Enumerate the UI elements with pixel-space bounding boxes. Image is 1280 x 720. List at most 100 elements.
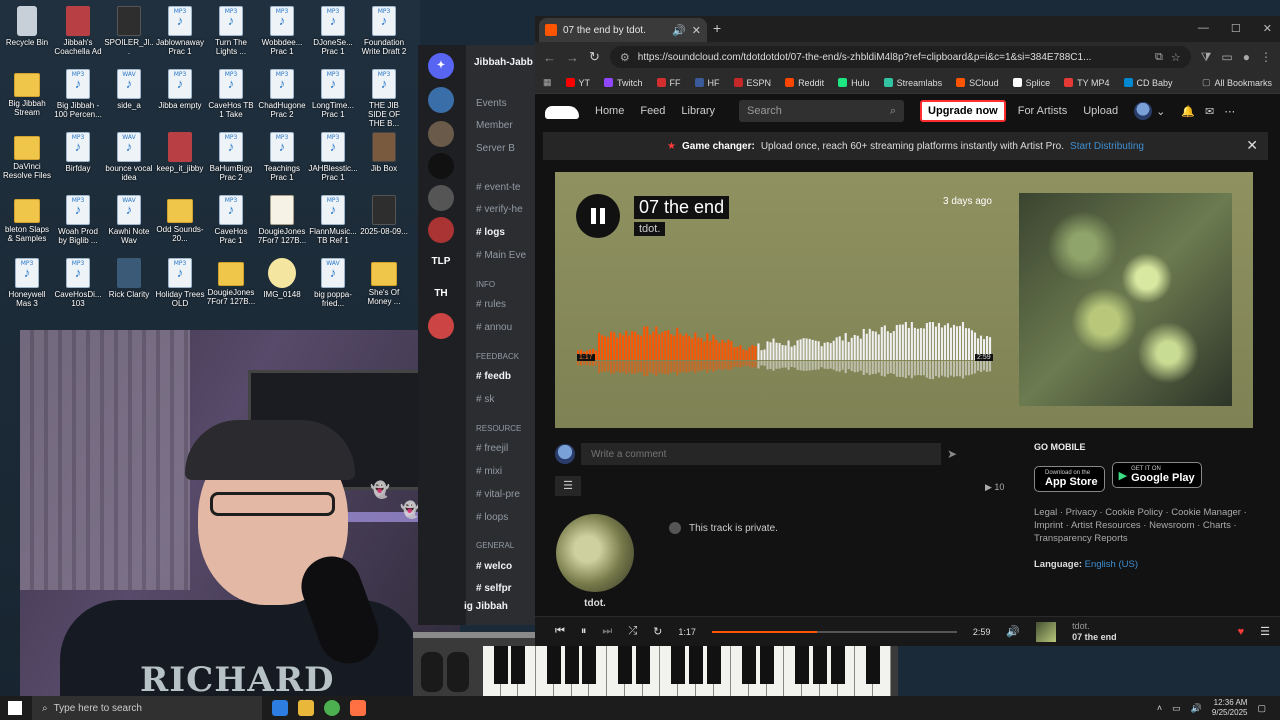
- desktop-icon[interactable]: Recycle Bin: [2, 6, 52, 58]
- menu-dots-icon[interactable]: ⋮: [1260, 50, 1272, 64]
- channel-item[interactable]: # selfpr: [476, 583, 512, 594]
- reload-icon[interactable]: ↻: [589, 49, 600, 65]
- send-icon[interactable]: ➤: [947, 447, 967, 461]
- close-window-icon[interactable]: ✕: [1263, 22, 1272, 35]
- new-tab-icon[interactable]: +: [713, 20, 721, 36]
- desktop-icon[interactable]: Jib Box: [359, 132, 409, 184]
- desktop-icon[interactable]: WAV Kawhi Note Wav: [104, 195, 154, 247]
- channel-category[interactable]: INFO: [476, 280, 495, 289]
- footer-links[interactable]: Legal · Privacy · Cookie Policy · Cookie…: [1034, 506, 1264, 545]
- desktop-icon[interactable]: MP3 Foundation Write Draft 2: [359, 6, 409, 58]
- channel-item[interactable]: # vital-pre: [476, 489, 520, 500]
- speaker-icon[interactable]: 🔊: [672, 24, 686, 37]
- artist-name[interactable]: tdot.: [555, 598, 635, 609]
- desktop-icon[interactable]: MP3 Jablownaway Prac 1: [155, 6, 205, 58]
- channel-item[interactable]: # welco: [476, 561, 512, 572]
- bookmark-item[interactable]: YT: [565, 78, 590, 88]
- desktop-icon[interactable]: MP3 CaveHosDi... 103: [53, 258, 103, 310]
- start-distributing-link[interactable]: Start Distributing: [1070, 141, 1144, 152]
- close-tab-icon[interactable]: ✕: [692, 24, 701, 37]
- server-tlp[interactable]: TLP: [428, 249, 454, 275]
- close-icon[interactable]: ✕: [1246, 137, 1258, 154]
- mini-artwork[interactable]: [1036, 621, 1057, 642]
- forward-icon[interactable]: →: [566, 50, 579, 65]
- discord-home-icon[interactable]: ✦: [428, 53, 454, 79]
- desktop-icon[interactable]: Odd Sounds-20...: [155, 195, 205, 247]
- nav-home[interactable]: Home: [595, 105, 624, 117]
- artist-avatar[interactable]: [556, 514, 634, 592]
- desktop-icon[interactable]: MP3 Wobbdee... Prac 1: [257, 6, 307, 58]
- upgrade-button[interactable]: Upgrade now: [920, 100, 1006, 122]
- desktop-icon[interactable]: MP3 FlannMusic... TB Ref 1: [308, 195, 358, 247]
- previous-icon[interactable]: ⏮: [555, 625, 565, 638]
- bookmark-item[interactable]: Reddit: [785, 78, 824, 88]
- desktop-icon[interactable]: keep_it_jibby: [155, 132, 205, 184]
- desktop-icon[interactable]: WAV side_a: [104, 69, 154, 121]
- windows-start-icon[interactable]: [8, 701, 22, 715]
- track-artist[interactable]: tdot.: [634, 222, 666, 236]
- nav-library[interactable]: Library: [681, 105, 715, 117]
- desktop-icon[interactable]: MP3 Big Jibbah - 100 Percen...: [53, 69, 103, 121]
- desktop-icon[interactable]: MP3 Birfday: [53, 132, 103, 184]
- channel-item[interactable]: # sk: [476, 394, 494, 405]
- language-selector[interactable]: Language: English (US): [1034, 559, 1264, 570]
- server-icon[interactable]: [428, 153, 454, 179]
- desktop-icon[interactable]: DaVinci Resolve Files: [2, 132, 52, 184]
- channel-item[interactable]: # feedb: [476, 371, 511, 382]
- notifications-icon[interactable]: ▢: [1257, 703, 1266, 714]
- bookmark-item[interactable]: Streamlabs: [883, 78, 942, 88]
- volume-icon[interactable]: 🔊: [1191, 703, 1202, 714]
- bookmark-item[interactable]: ESPN: [733, 78, 771, 88]
- desktop-icon[interactable]: MP3 Honeywell Mas 3: [2, 258, 52, 310]
- desktop-icon[interactable]: MP3 CaveHos TB 1 Take: [206, 69, 256, 121]
- channel-item[interactable]: # annou: [476, 322, 512, 333]
- desktop-icon[interactable]: MP3 Jibba empty: [155, 69, 205, 121]
- bookmark-item[interactable]: Hulu: [838, 78, 870, 88]
- browser-tab[interactable]: 07 the end by tdot. 🔊 ✕: [539, 18, 707, 42]
- channel-item[interactable]: # freejil: [476, 443, 508, 454]
- desktop-icon[interactable]: 2025-08-09...: [359, 195, 409, 247]
- upload-link[interactable]: Upload: [1083, 105, 1118, 117]
- desktop-icon[interactable]: IMG_0148: [257, 258, 307, 310]
- desktop-icon[interactable]: MP3 JAHBlesstic... Prac 1: [308, 132, 358, 184]
- maximize-icon[interactable]: ☐: [1231, 22, 1241, 35]
- channel-item[interactable]: Member: [476, 120, 513, 131]
- server-icon[interactable]: [428, 185, 454, 211]
- messages-icon[interactable]: ✉: [1205, 105, 1214, 118]
- chevron-down-icon[interactable]: ⌄: [1156, 105, 1165, 118]
- chevron-up-icon[interactable]: ˄: [1157, 703, 1162, 713]
- now-playing[interactable]: tdot. 07 the end: [1072, 621, 1117, 643]
- bookmark-item[interactable]: CD Baby: [1123, 78, 1173, 88]
- desktop-icon[interactable]: MP3 LongTime... Prac 1: [308, 69, 358, 121]
- channel-item[interactable]: # verify-he: [476, 204, 523, 215]
- app-store-button[interactable]: Download on the App Store: [1034, 465, 1105, 492]
- desktop-icon[interactable]: Rick Clarity: [104, 258, 154, 310]
- channel-item[interactable]: # event-te: [476, 182, 520, 193]
- bookmark-item[interactable]: TY MP4: [1064, 78, 1110, 88]
- clock[interactable]: 12:36 AM 9/25/2025: [1212, 698, 1248, 718]
- google-play-button[interactable]: ▶ GET IT ON Google Play: [1111, 462, 1202, 488]
- site-info-icon[interactable]: ⚙: [620, 51, 630, 64]
- for-artists-link[interactable]: For Artists: [1018, 105, 1068, 117]
- search-input[interactable]: Search ⌕: [739, 100, 905, 122]
- desktop-icon[interactable]: MP3 Turn The Lights ...: [206, 6, 256, 58]
- next-up-icon[interactable]: ☰: [1260, 625, 1270, 638]
- desktop-icon[interactable]: bleton Slaps & Samples: [2, 195, 52, 247]
- bookmark-item[interactable]: Splice: [1012, 78, 1050, 88]
- channel-item[interactable]: # Main Eve: [476, 250, 526, 261]
- repeat-icon[interactable]: ↻: [653, 625, 662, 638]
- extensions-icon[interactable]: ⧩: [1201, 50, 1212, 65]
- volume-icon[interactable]: 🔊: [1006, 625, 1020, 638]
- desktop-icon[interactable]: MP3 THE JIB SIDE OF THE B...: [359, 69, 409, 128]
- taskbar-search[interactable]: ⌕ Type here to search: [32, 696, 262, 720]
- url-field[interactable]: ⚙ https://soundcloud.com/tdotdotdot/07-t…: [609, 46, 1191, 68]
- desktop-icon[interactable]: She's Of Money ...: [359, 258, 409, 310]
- chrome-icon[interactable]: [324, 700, 340, 716]
- bookmark-item[interactable]: SCloud: [956, 78, 999, 88]
- desktop-icon[interactable]: MP3 CaveHos Prac 1: [206, 195, 256, 247]
- progress-bar[interactable]: [711, 630, 957, 633]
- taskbar-app-icon[interactable]: [272, 700, 288, 716]
- waveform[interactable]: [577, 322, 992, 382]
- notifications-bell-icon[interactable]: 🔔: [1181, 105, 1195, 118]
- nav-feed[interactable]: Feed: [640, 105, 665, 117]
